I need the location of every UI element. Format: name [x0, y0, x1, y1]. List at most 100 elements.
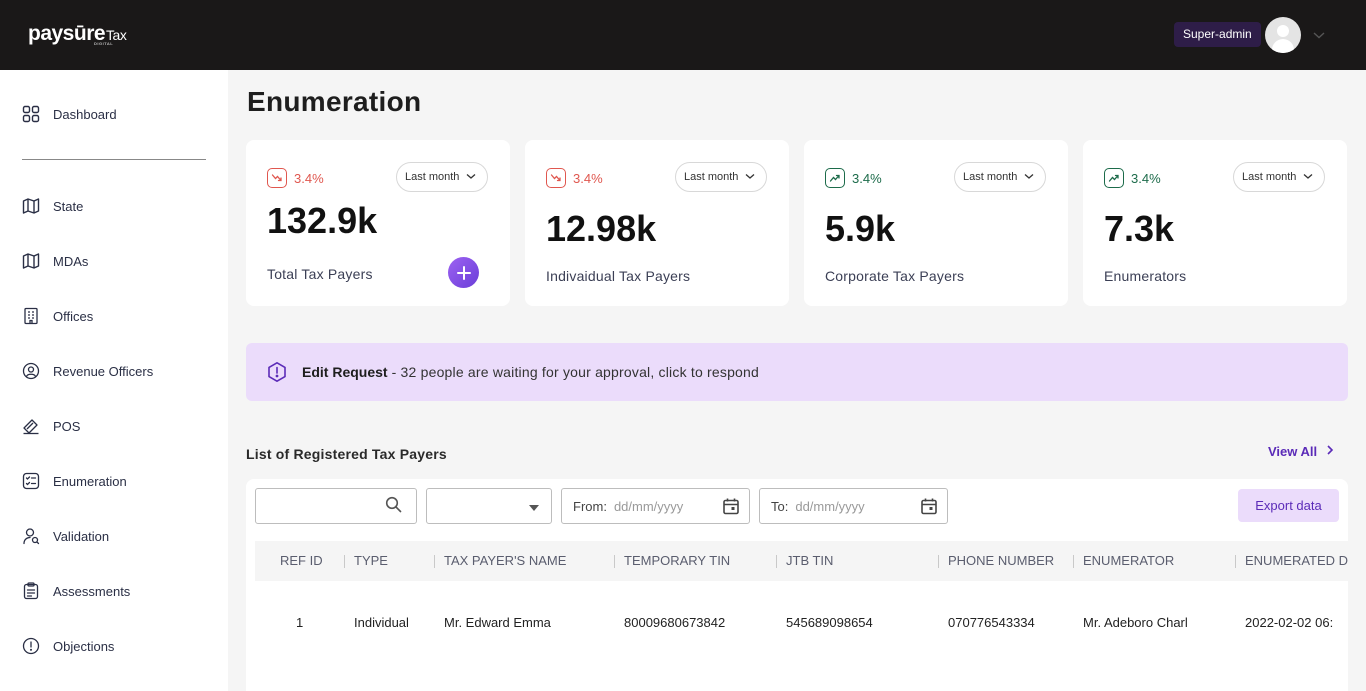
column-header[interactable]: ENUMERATED DATE	[1245, 541, 1348, 581]
sidebar-item-mdas[interactable]: MDAs	[22, 249, 88, 273]
column-divider	[614, 555, 615, 568]
from-label: From:	[573, 498, 607, 514]
period-dropdown[interactable]: Last month	[675, 162, 768, 192]
period-label: Last month	[1242, 171, 1297, 183]
period-dropdown[interactable]: Last month	[396, 162, 489, 192]
period-label: Last month	[963, 171, 1018, 183]
sidebar-item-label: Validation	[53, 528, 110, 544]
from-placeholder: dd/mm/yyyy	[613, 498, 684, 514]
page-title: Enumeration	[247, 86, 422, 117]
cell-enumerator: Mr. Adeboro Charl	[1083, 615, 1188, 630]
type-select[interactable]	[426, 488, 552, 524]
stat-caption: Corporate Tax Payers	[825, 268, 965, 284]
column-divider	[344, 555, 345, 568]
building-icon	[22, 307, 40, 325]
checklist-icon	[22, 472, 40, 490]
sidebar-item-assessments[interactable]: Assessments	[22, 579, 130, 603]
sidebar-item-label: Revenue Officers	[53, 363, 154, 379]
edit-request-banner[interactable]: Edit Request - 32 people are waiting for…	[246, 343, 1348, 401]
caret-down-icon	[529, 499, 539, 514]
role-badge: Super-admin	[1174, 22, 1261, 47]
from-date-input[interactable]: From: dd/mm/yyyy	[561, 488, 750, 524]
chevron-down-icon[interactable]	[1311, 27, 1327, 48]
cell-temporary-tin: 80009680673842	[624, 615, 726, 630]
plus-icon	[456, 265, 471, 280]
sidebar-item-objections[interactable]: Objections	[22, 634, 114, 658]
top-bar: paysūreTax DIGITAL Super-admin	[0, 0, 1366, 70]
export-data-button[interactable]: Export data	[1238, 489, 1339, 522]
sidebar-item-revenue-officers[interactable]: Revenue Officers	[22, 359, 153, 383]
stat-caption: Enumerators	[1104, 268, 1187, 284]
chevron-right-icon	[1325, 444, 1335, 459]
column-header[interactable]: TYPE	[354, 541, 388, 581]
pos-icon	[22, 417, 40, 435]
calendar-icon[interactable]	[920, 497, 938, 518]
cell-type: Individual	[354, 615, 409, 630]
trend-indicator: 3.4%	[267, 168, 324, 188]
period-dropdown[interactable]: Last month	[954, 162, 1047, 192]
sidebar-item-enumeration[interactable]: Enumeration	[22, 469, 127, 493]
map-icon	[22, 252, 40, 270]
sidebar: Dashboard State MDAs Offices Revenue Off…	[0, 70, 228, 691]
period-dropdown[interactable]: Last month	[1233, 162, 1326, 192]
list-title: List of Registered Tax Payers	[246, 446, 447, 462]
sidebar-item-label: State	[53, 198, 84, 214]
to-placeholder: dd/mm/yyyy	[795, 498, 865, 514]
map-icon	[22, 197, 40, 215]
chevron-down-icon	[465, 170, 477, 185]
stat-value: 7.3k	[1104, 208, 1175, 249]
sidebar-item-label: POS	[53, 418, 81, 434]
brand-tagline: DIGITAL	[94, 41, 114, 46]
tax-payers-table: From: dd/mm/yyyy To: dd/mm/yyyy Export d…	[246, 479, 1348, 691]
sidebar-item-label: Objections	[53, 638, 115, 654]
trend-up-icon	[1104, 168, 1124, 188]
column-header[interactable]: ENUMERATOR	[1083, 541, 1174, 581]
user-avatar-icon[interactable]	[1265, 17, 1301, 53]
cell-enumerated-date: 2022-02-02 06:	[1245, 615, 1334, 630]
sidebar-item-label: MDAs	[53, 253, 89, 269]
sidebar-item-pos[interactable]: POS	[22, 414, 80, 438]
add-tax-payer-button[interactable]	[448, 257, 479, 288]
chevron-down-icon	[1302, 170, 1314, 185]
trend-down-icon	[546, 168, 566, 188]
column-header[interactable]: PHONE NUMBER	[948, 541, 1054, 581]
sidebar-divider	[22, 159, 206, 160]
column-header[interactable]: REF ID	[280, 541, 323, 581]
warning-hexagon-icon	[266, 361, 288, 383]
sidebar-item-label: Offices	[53, 308, 94, 324]
period-label: Last month	[684, 171, 739, 183]
search-input[interactable]	[255, 488, 417, 524]
stat-value: 12.98k	[546, 208, 657, 249]
stat-caption: Indivaidual Tax Payers	[546, 268, 691, 284]
brand-logo[interactable]: paysūreTax DIGITAL	[28, 22, 127, 46]
cell-ref-id: 1	[296, 615, 304, 630]
column-header[interactable]: JTB TIN	[786, 541, 833, 581]
sidebar-item-offices[interactable]: Offices	[22, 304, 93, 328]
sidebar-item-dashboard[interactable]: Dashboard	[22, 102, 117, 126]
alert-text: - 32 people are waiting for your approva…	[391, 364, 760, 380]
column-divider	[776, 555, 777, 568]
stat-card-enumerators: 3.4% Last month 7.3k Enumerators	[1083, 140, 1347, 306]
trend-value: 3.4%	[1131, 170, 1161, 186]
stat-card-corporate-tax-payers: 3.4% Last month 5.9k Corporate Tax Payer…	[804, 140, 1068, 306]
trend-value: 3.4%	[294, 170, 324, 186]
view-all-label: View All	[1268, 444, 1318, 459]
to-date-input[interactable]: To: dd/mm/yyyy	[759, 488, 948, 524]
stat-card-individual-tax-payers: 3.4% Last month 12.98k Indivaidual Tax P…	[525, 140, 789, 306]
stat-value: 5.9k	[825, 208, 896, 249]
column-header[interactable]: TAX PAYER'S NAME	[444, 541, 566, 581]
view-all-link[interactable]: View All	[1268, 444, 1335, 459]
user-search-icon	[22, 527, 40, 545]
alert-title: Edit Request	[302, 364, 388, 380]
chevron-down-icon	[744, 170, 756, 185]
sidebar-item-state[interactable]: State	[22, 194, 83, 218]
alert-icon	[22, 637, 40, 655]
trend-indicator: 3.4%	[1104, 168, 1161, 188]
sidebar-item-label: Assessments	[53, 583, 131, 599]
sidebar-item-validation[interactable]: Validation	[22, 524, 109, 548]
trend-indicator: 3.4%	[546, 168, 603, 188]
column-header[interactable]: TEMPORARY TIN	[624, 541, 730, 581]
period-label: Last month	[405, 171, 460, 183]
clipboard-icon	[22, 582, 40, 600]
calendar-icon[interactable]	[722, 497, 740, 518]
